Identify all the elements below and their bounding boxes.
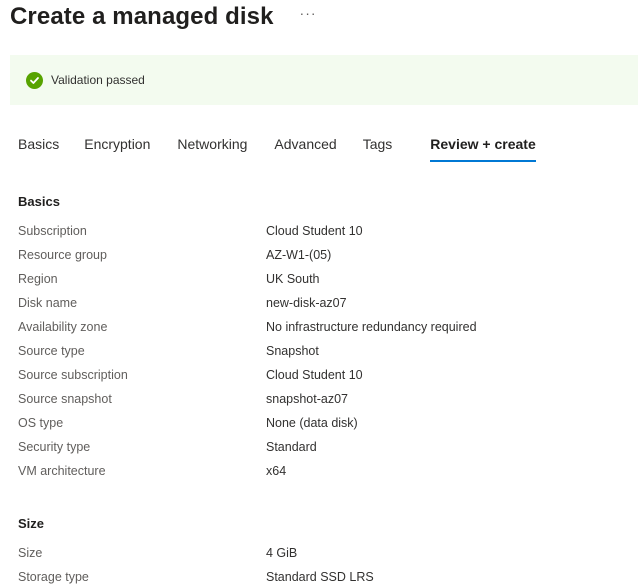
row-value: UK South <box>266 272 320 286</box>
wizard-tabs: Basics Encryption Networking Advanced Ta… <box>18 136 537 162</box>
row-label: Disk name <box>18 296 78 310</box>
check-circle-icon <box>26 71 43 89</box>
row-label: Resource group <box>18 248 107 262</box>
row-value: No infrastructure redundancy required <box>266 320 477 334</box>
row-value: Snapshot <box>266 344 319 358</box>
tab-basics[interactable]: Basics <box>18 136 59 162</box>
row-label: Source type <box>18 344 85 358</box>
summary-row-disk-name: Disk name new-disk-az07 <box>18 291 628 315</box>
tab-networking[interactable]: Networking <box>177 136 247 162</box>
row-label: Size <box>18 546 43 560</box>
basics-summary: Subscription Cloud Student 10 Resource g… <box>18 219 628 483</box>
tab-label: Tags <box>362 136 393 152</box>
row-label: Region <box>18 272 58 286</box>
section-heading-basics: Basics <box>18 194 60 209</box>
row-value: Standard <box>266 440 317 454</box>
summary-row-source-subscription: Source subscription Cloud Student 10 <box>18 363 628 387</box>
row-label: Source snapshot <box>18 392 112 406</box>
row-value: new-disk-az07 <box>266 296 347 310</box>
summary-row-storage-type: Storage type Standard SSD LRS <box>18 565 628 586</box>
summary-row-region: Region UK South <box>18 267 628 291</box>
row-label: VM architecture <box>18 464 106 478</box>
tab-review-create[interactable]: Review + create <box>430 136 537 162</box>
title-row: Create a managed disk ··· <box>10 0 317 34</box>
row-value: x64 <box>266 464 287 478</box>
tab-label: Networking <box>177 136 248 152</box>
row-value: AZ-W1-(05) <box>266 248 332 262</box>
row-value: Cloud Student 10 <box>266 224 363 238</box>
row-value: Standard SSD LRS <box>266 570 374 584</box>
summary-row-security-type: Security type Standard <box>18 435 628 459</box>
summary-row-resource-group: Resource group AZ-W1-(05) <box>18 243 628 267</box>
size-summary: Size 4 GiB Storage type Standard SSD LRS <box>18 541 628 586</box>
row-label: Subscription <box>18 224 87 238</box>
review-create-page: Create a managed disk ··· Validation pas… <box>0 0 638 586</box>
tab-label: Encryption <box>84 136 151 152</box>
tab-label: Review + create <box>430 136 536 152</box>
validation-status-text: Validation passed <box>51 73 145 87</box>
summary-row-source-type: Source type Snapshot <box>18 339 628 363</box>
summary-row-source-snapshot: Source snapshot snapshot-az07 <box>18 387 628 411</box>
tab-label: Basics <box>18 136 60 152</box>
row-label: Availability zone <box>18 320 108 334</box>
row-label: Security type <box>18 440 91 454</box>
tab-label: Advanced <box>274 136 337 152</box>
summary-row-vm-architecture: VM architecture x64 <box>18 459 628 483</box>
row-label: OS type <box>18 416 64 430</box>
summary-row-size: Size 4 GiB <box>18 541 628 565</box>
more-options-button[interactable]: ··· <box>300 5 317 21</box>
page-title: Create a managed disk <box>10 3 274 30</box>
summary-row-os-type: OS type None (data disk) <box>18 411 628 435</box>
summary-row-subscription: Subscription Cloud Student 10 <box>18 219 628 243</box>
row-value: None (data disk) <box>266 416 358 430</box>
tab-advanced[interactable]: Advanced <box>274 136 336 162</box>
summary-row-availability-zone: Availability zone No infrastructure redu… <box>18 315 628 339</box>
row-value: Cloud Student 10 <box>266 368 363 382</box>
row-value: 4 GiB <box>266 546 298 560</box>
row-label: Storage type <box>18 570 89 584</box>
tab-encryption[interactable]: Encryption <box>84 136 150 162</box>
tab-tags[interactable]: Tags <box>363 136 393 162</box>
row-value: snapshot-az07 <box>266 392 349 406</box>
validation-banner: Validation passed <box>10 55 638 105</box>
row-label: Source subscription <box>18 368 128 382</box>
section-heading-size: Size <box>18 516 45 531</box>
